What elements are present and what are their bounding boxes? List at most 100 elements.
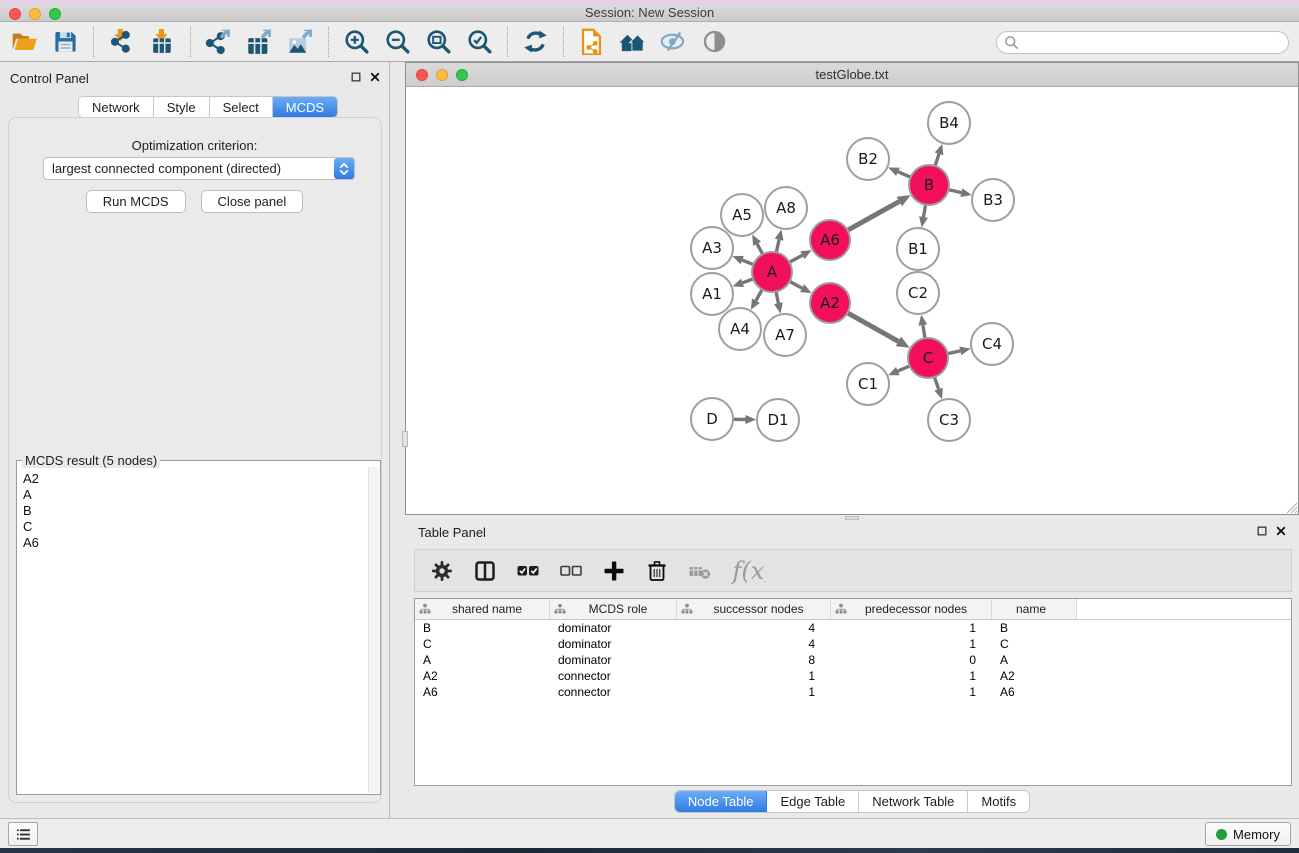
run-mcds-button[interactable]: Run MCDS [86,190,186,213]
splitter-grip[interactable] [402,431,408,447]
table-cell[interactable]: 1 [831,684,992,700]
graph-node-B3[interactable]: B3 [972,179,1014,221]
graph-node-A[interactable]: A [752,252,792,292]
table-row[interactable]: Bdominator41B [415,620,1291,636]
refresh-icon[interactable] [515,25,556,59]
table-cell[interactable]: dominator [550,652,677,668]
graph-node-B2[interactable]: B2 [847,138,889,180]
task-history-button[interactable] [8,822,38,846]
float-panel-icon[interactable] [350,71,362,83]
table-cell[interactable]: B [415,620,550,636]
table-cell[interactable]: 8 [677,652,831,668]
search-input[interactable] [996,31,1289,54]
table-cell[interactable]: B [992,620,1077,636]
zoom-window-button[interactable] [49,8,61,20]
table-cell[interactable]: 1 [831,620,992,636]
home-icon[interactable] [612,25,653,59]
network-window-titlebar[interactable]: testGlobe.txt [406,63,1298,87]
columns-icon[interactable] [472,558,498,584]
close-panel-button[interactable]: Close panel [201,190,304,213]
import-network-icon[interactable] [101,25,142,59]
export-network-icon[interactable] [198,25,239,59]
tab-network-table[interactable]: Network Table [859,791,968,812]
table-cell[interactable]: A2 [992,668,1077,684]
result-item[interactable]: A2 [23,471,39,487]
close-panel-icon[interactable] [1275,525,1287,537]
graph-node-B1[interactable]: B1 [897,228,939,270]
graph-node-A6[interactable]: A6 [810,220,850,260]
column-header-shared-name[interactable]: shared name [415,599,550,619]
graph-node-B4[interactable]: B4 [928,102,970,144]
show-detail-icon[interactable] [694,25,735,59]
graph-node-A3[interactable]: A3 [691,227,733,269]
table-cell[interactable]: dominator [550,636,677,652]
zoom-in-icon[interactable] [336,25,377,59]
graph-node-C4[interactable]: C4 [971,323,1013,365]
column-header-successor-nodes[interactable]: successor nodes [677,599,831,619]
minimize-view-button[interactable] [436,69,448,81]
network-canvas[interactable]: B4 B2 B B3 A5 A8 A6 A3 B1 A A1 C2 A2 A4 … [406,87,1298,514]
tab-mcds[interactable]: MCDS [273,97,337,117]
export-image-icon[interactable] [280,25,321,59]
table-cell[interactable]: connector [550,684,677,700]
gear-icon[interactable] [429,558,455,584]
table-cell[interactable]: 4 [677,636,831,652]
table-row[interactable]: A2connector11A2 [415,668,1291,684]
close-view-button[interactable] [416,69,428,81]
import-table-icon[interactable] [142,25,183,59]
tab-node-table[interactable]: Node Table [675,791,768,812]
memory-button[interactable]: Memory [1205,822,1291,846]
zoom-selected-icon[interactable] [459,25,500,59]
minimize-window-button[interactable] [29,8,41,20]
table-cell[interactable]: 1 [677,684,831,700]
graph-node-C[interactable]: C [908,338,948,378]
tab-select[interactable]: Select [210,97,273,117]
result-item[interactable]: A [23,487,39,503]
table-cell[interactable]: A6 [992,684,1077,700]
float-panel-icon[interactable] [1256,525,1268,537]
table-cell[interactable]: A [992,652,1077,668]
table-cell[interactable]: A [415,652,550,668]
graph-node-D[interactable]: D [691,398,733,440]
graph-node-C1[interactable]: C1 [847,363,889,405]
tab-network[interactable]: Network [79,97,154,117]
resize-grip-icon[interactable] [1285,501,1298,514]
result-item[interactable]: C [23,519,39,535]
graph-node-D1[interactable]: D1 [757,399,799,441]
close-panel-icon[interactable] [369,71,381,83]
deselect-all-icon[interactable] [558,558,584,584]
table-row[interactable]: A6connector11A6 [415,684,1291,700]
table-cell[interactable]: 1 [831,636,992,652]
table-cell[interactable]: C [415,636,550,652]
table-cell[interactable]: C [992,636,1077,652]
result-scrollbar[interactable] [368,467,379,793]
graph-node-C2[interactable]: C2 [897,272,939,314]
result-item[interactable]: B [23,503,39,519]
close-window-button[interactable] [9,8,21,20]
delete-icon[interactable] [644,558,670,584]
table-cell[interactable]: connector [550,668,677,684]
zoom-out-icon[interactable] [377,25,418,59]
table-cell[interactable]: 4 [677,620,831,636]
table-cell[interactable]: A2 [415,668,550,684]
add-icon[interactable] [601,558,627,584]
graph-node-A8[interactable]: A8 [765,187,807,229]
optimization-criterion-dropdown[interactable]: largest connected component (directed) [43,157,355,180]
column-header-predecessor-nodes[interactable]: predecessor nodes [831,599,992,619]
table-cell[interactable]: 0 [831,652,992,668]
graph-node-B[interactable]: B [909,165,949,205]
tab-edge-table[interactable]: Edge Table [767,791,859,812]
zoom-fit-icon[interactable] [418,25,459,59]
graph-node-A5[interactable]: A5 [721,194,763,236]
select-all-icon[interactable] [515,558,541,584]
table-cell[interactable]: 1 [677,668,831,684]
table-cell[interactable]: 1 [831,668,992,684]
network-file-icon[interactable] [571,25,612,59]
network-graph[interactable]: B4 B2 B B3 A5 A8 A6 A3 B1 A A1 C2 A2 A4 … [406,87,1298,514]
table-cell[interactable]: dominator [550,620,677,636]
graph-node-C3[interactable]: C3 [928,399,970,441]
zoom-view-button[interactable] [456,69,468,81]
graph-node-A2[interactable]: A2 [810,283,850,323]
hide-detail-icon[interactable] [653,25,694,59]
tab-motifs[interactable]: Motifs [968,791,1029,812]
